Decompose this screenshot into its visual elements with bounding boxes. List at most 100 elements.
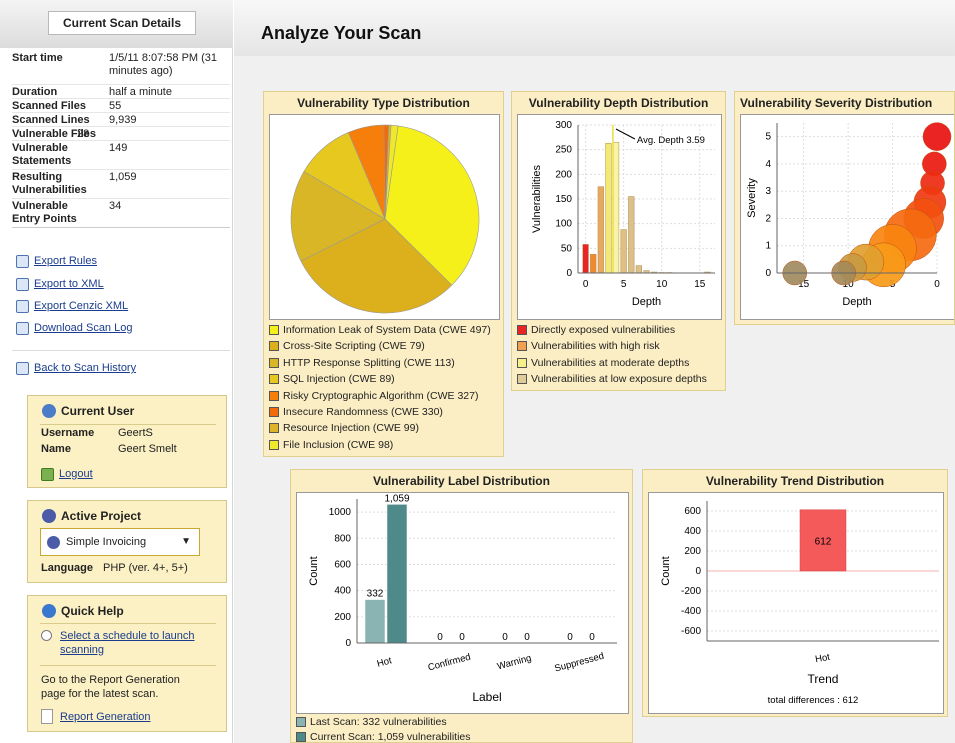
- xml-file-icon: [16, 277, 29, 291]
- pie-chart-box: [269, 114, 500, 320]
- y-tick-label: 200: [555, 169, 572, 180]
- label-legend-item: Last Scan: 332 vulnerabilities: [296, 716, 447, 728]
- pie-chart: [290, 124, 480, 314]
- y-tick-label: 400: [334, 586, 351, 597]
- y-tick-label: 400: [684, 526, 701, 537]
- legend-swatch: [517, 374, 527, 385]
- current-scan-details-tab[interactable]: Current Scan Details: [48, 11, 196, 35]
- chart-title: Vulnerability Depth Distribution: [528, 96, 709, 110]
- y-tick-label: 1000: [329, 507, 352, 518]
- export-cenzic-link[interactable]: Export Cenzic XML: [16, 298, 128, 314]
- xml-file-icon: [16, 299, 29, 313]
- username-value: GeertS: [118, 427, 153, 439]
- x-tick-label: 0: [583, 279, 589, 290]
- legend-label: Last Scan: 332 vulnerabilities: [310, 716, 447, 728]
- select-schedule-link[interactable]: Select a schedule to launch scanning: [60, 629, 200, 657]
- y-tick-label: 5: [765, 132, 771, 143]
- scatter-point: [922, 122, 952, 151]
- chart-title: Vulnerability Severity Distribution: [740, 96, 933, 110]
- bar-value-label: 0: [524, 632, 530, 643]
- chart-title: Vulnerability Label Distribution: [373, 474, 550, 488]
- x-axis-label: Depth: [842, 296, 871, 308]
- bar-value-label: 0: [589, 632, 595, 643]
- project-select[interactable]: Simple Invoicing ▼: [40, 528, 200, 556]
- y-tick-label: 200: [334, 612, 351, 623]
- y-tick-label: 3: [765, 186, 771, 197]
- avg-depth-annotation: Avg. Depth 3.59: [637, 135, 705, 146]
- legend-swatch: [517, 325, 527, 335]
- bar: [620, 229, 627, 274]
- label-chart-box: 0 200 400 600 800 1000 332 1,059 Hot 0 0 Confirmed 0…: [296, 492, 629, 714]
- sidebar-header: Current Scan Details: [0, 0, 233, 48]
- username-label: Username: [41, 427, 95, 439]
- bar-value-label: 0: [567, 632, 573, 643]
- history-icon: [16, 361, 29, 375]
- name-label: Name: [41, 443, 71, 455]
- y-tick-label: 1: [765, 241, 771, 252]
- detail-value: 149: [109, 142, 128, 154]
- y-tick-label: 300: [555, 120, 572, 131]
- y-tick-label: -400: [681, 606, 701, 617]
- page-title: Analyze Your Scan: [261, 23, 422, 43]
- label-legend-item: Current Scan: 1,059 vulnerabilities: [296, 731, 471, 743]
- bar: [590, 254, 597, 274]
- legend-label: Vulnerabilities at moderate depths: [531, 356, 690, 369]
- legend-swatch: [269, 374, 279, 385]
- bar: [635, 265, 642, 274]
- legend-label: Risky Cryptographic Algorithm (CWE 327): [283, 389, 479, 402]
- quick-help-title: Quick Help: [61, 604, 124, 618]
- language-value: PHP (ver. 4+, 5+): [103, 562, 188, 574]
- report-generation-link[interactable]: Report Generation: [60, 711, 151, 723]
- main-area: Analyze Your Scan Vulnerability Type Dis…: [234, 0, 955, 743]
- depth-distribution-panel: Vulnerability Depth Distribution 0 50 100 1…: [511, 91, 726, 391]
- detail-key: Vulnerable Statements: [12, 142, 72, 167]
- bar: [628, 196, 635, 274]
- legend-swatch: [517, 341, 527, 352]
- user-icon: [42, 404, 56, 418]
- download-scan-log-link[interactable]: Download Scan Log: [16, 320, 132, 336]
- y-tick-label: 200: [684, 546, 701, 557]
- y-tick-label: 0: [695, 566, 701, 577]
- x-tick-label: Confirmed: [427, 652, 472, 674]
- help-icon: [42, 604, 56, 618]
- php-icon: [47, 535, 60, 549]
- detail-value: 1/5/11 8:07:58 PM (31 minutes ago): [109, 52, 218, 77]
- legend-swatch: [269, 341, 279, 352]
- legend-label: HTTP Response Splitting (CWE 113): [283, 356, 455, 369]
- detail-key: Duration: [12, 86, 58, 98]
- legend-label: SQL Injection (CWE 89): [283, 373, 395, 386]
- severity-distribution-panel: Vulnerability Severity Distribution 0 1 2 3…: [734, 91, 955, 325]
- logout-link[interactable]: Logout: [41, 466, 93, 482]
- y-tick-label: 2: [765, 213, 771, 224]
- legend-label: Insecure Randomness (CWE 330): [283, 406, 443, 418]
- bar: [605, 143, 612, 274]
- scan-details-table: Start time 1/5/11 8:07:58 PM (31 minutes …: [12, 51, 230, 228]
- x-axis-label: Depth: [632, 296, 661, 308]
- legend-label: Vulnerabilities at low exposure depths: [531, 373, 707, 386]
- y-tick-label: 600: [684, 506, 701, 517]
- current-user-panel: Current User Username GeertS Name Geert …: [27, 395, 227, 488]
- export-rules-link[interactable]: Export Rules: [16, 253, 97, 269]
- y-tick-label: 4: [765, 159, 771, 170]
- legend-label: Information Leak of System Data (CWE 497…: [283, 324, 491, 336]
- export-xml-link[interactable]: Export to XML: [16, 276, 104, 292]
- y-axis-label: Severity: [746, 178, 758, 218]
- severity-chart: 012345151050DepthSeverity: [746, 122, 952, 308]
- back-to-scan-history-link[interactable]: Back to Scan History: [16, 360, 136, 376]
- quick-help-text: Go to the Report Generation page for the…: [41, 674, 180, 700]
- x-tick-label: Suppressed: [553, 651, 605, 675]
- y-axis-label: Count: [660, 556, 672, 585]
- y-tick-label: 0: [765, 268, 771, 279]
- depth-chart-box: 0 50 100 150 200 250 300 0 5 10 15 Avg. Depth 3.59 D…: [517, 114, 722, 320]
- detail-key: Scanned Lines: [12, 114, 90, 126]
- project-select-value: Simple Invoicing: [66, 536, 147, 548]
- x-tick-label: 5: [621, 279, 627, 290]
- y-axis-label: Vulnerabilities: [531, 164, 543, 233]
- chevron-down-icon: ▼: [181, 536, 191, 547]
- bar: [364, 599, 386, 644]
- legend-swatch: [269, 407, 279, 417]
- detail-value: 1,059: [109, 171, 137, 183]
- pie-legend-item: Information Leak of System Data (CWE 497…: [269, 324, 491, 336]
- bar: [386, 504, 408, 644]
- y-tick-label: -200: [681, 586, 701, 597]
